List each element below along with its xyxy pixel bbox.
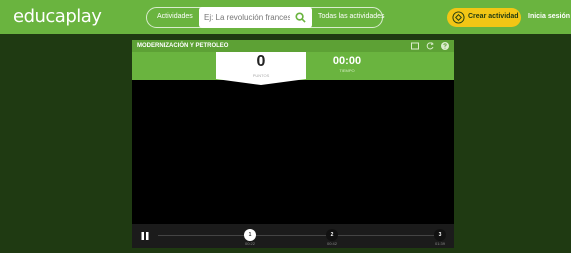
- timeline-marker-time: 01:39: [434, 241, 445, 246]
- timeline-marker-time: 00:42: [326, 241, 337, 246]
- search-input[interactable]: [204, 10, 290, 25]
- login-link[interactable]: Inicia sesión: [528, 13, 570, 20]
- activity-title: MODERNIZACIÓN Y PETROLEO: [137, 43, 229, 49]
- activity-player: MODERNIZACIÓN Y PETROLEO 0 PUNTOS 00:00 …: [132, 40, 454, 248]
- search-icon[interactable]: [295, 12, 306, 23]
- fullscreen-icon[interactable]: [410, 41, 420, 51]
- timeline-marker[interactable]: 3: [434, 229, 446, 241]
- timer-label: TIEMPO: [339, 68, 355, 73]
- score-value: 0: [256, 53, 266, 70]
- timeline-marker[interactable]: 1: [244, 229, 256, 241]
- player-title-bar: MODERNIZACIÓN Y PETROLEO: [132, 40, 454, 52]
- help-icon[interactable]: [440, 41, 450, 51]
- pause-icon[interactable]: [141, 232, 149, 240]
- create-activity-label: Crear actividad: [468, 13, 519, 20]
- top-bar: educaplay Actividades Todas las activida…: [0, 0, 571, 34]
- player-header: MODERNIZACIÓN Y PETROLEO 0 PUNTOS 00:00 …: [132, 40, 454, 85]
- search-box: [199, 7, 312, 28]
- score-card-content: 0 PUNTOS: [216, 52, 306, 85]
- timer-value: 00:00: [332, 55, 362, 67]
- player-toolbar: [410, 41, 450, 51]
- timeline-marker-time: 00:22: [244, 241, 255, 246]
- restart-icon[interactable]: [425, 41, 435, 51]
- timeline-marker[interactable]: 2: [326, 229, 338, 241]
- create-activity-button[interactable]: Crear actividad: [447, 8, 521, 27]
- score-label: PUNTOS: [252, 73, 270, 78]
- player-controls: 1 00:22 2 00:42 3 01:39: [132, 224, 454, 248]
- all-activities-link[interactable]: Todas las actividades: [318, 13, 385, 20]
- timeline-track[interactable]: [158, 235, 446, 236]
- create-activity-icon: [452, 11, 465, 24]
- educaplay-logo[interactable]: educaplay: [13, 6, 102, 27]
- activities-link[interactable]: Actividades: [157, 13, 193, 20]
